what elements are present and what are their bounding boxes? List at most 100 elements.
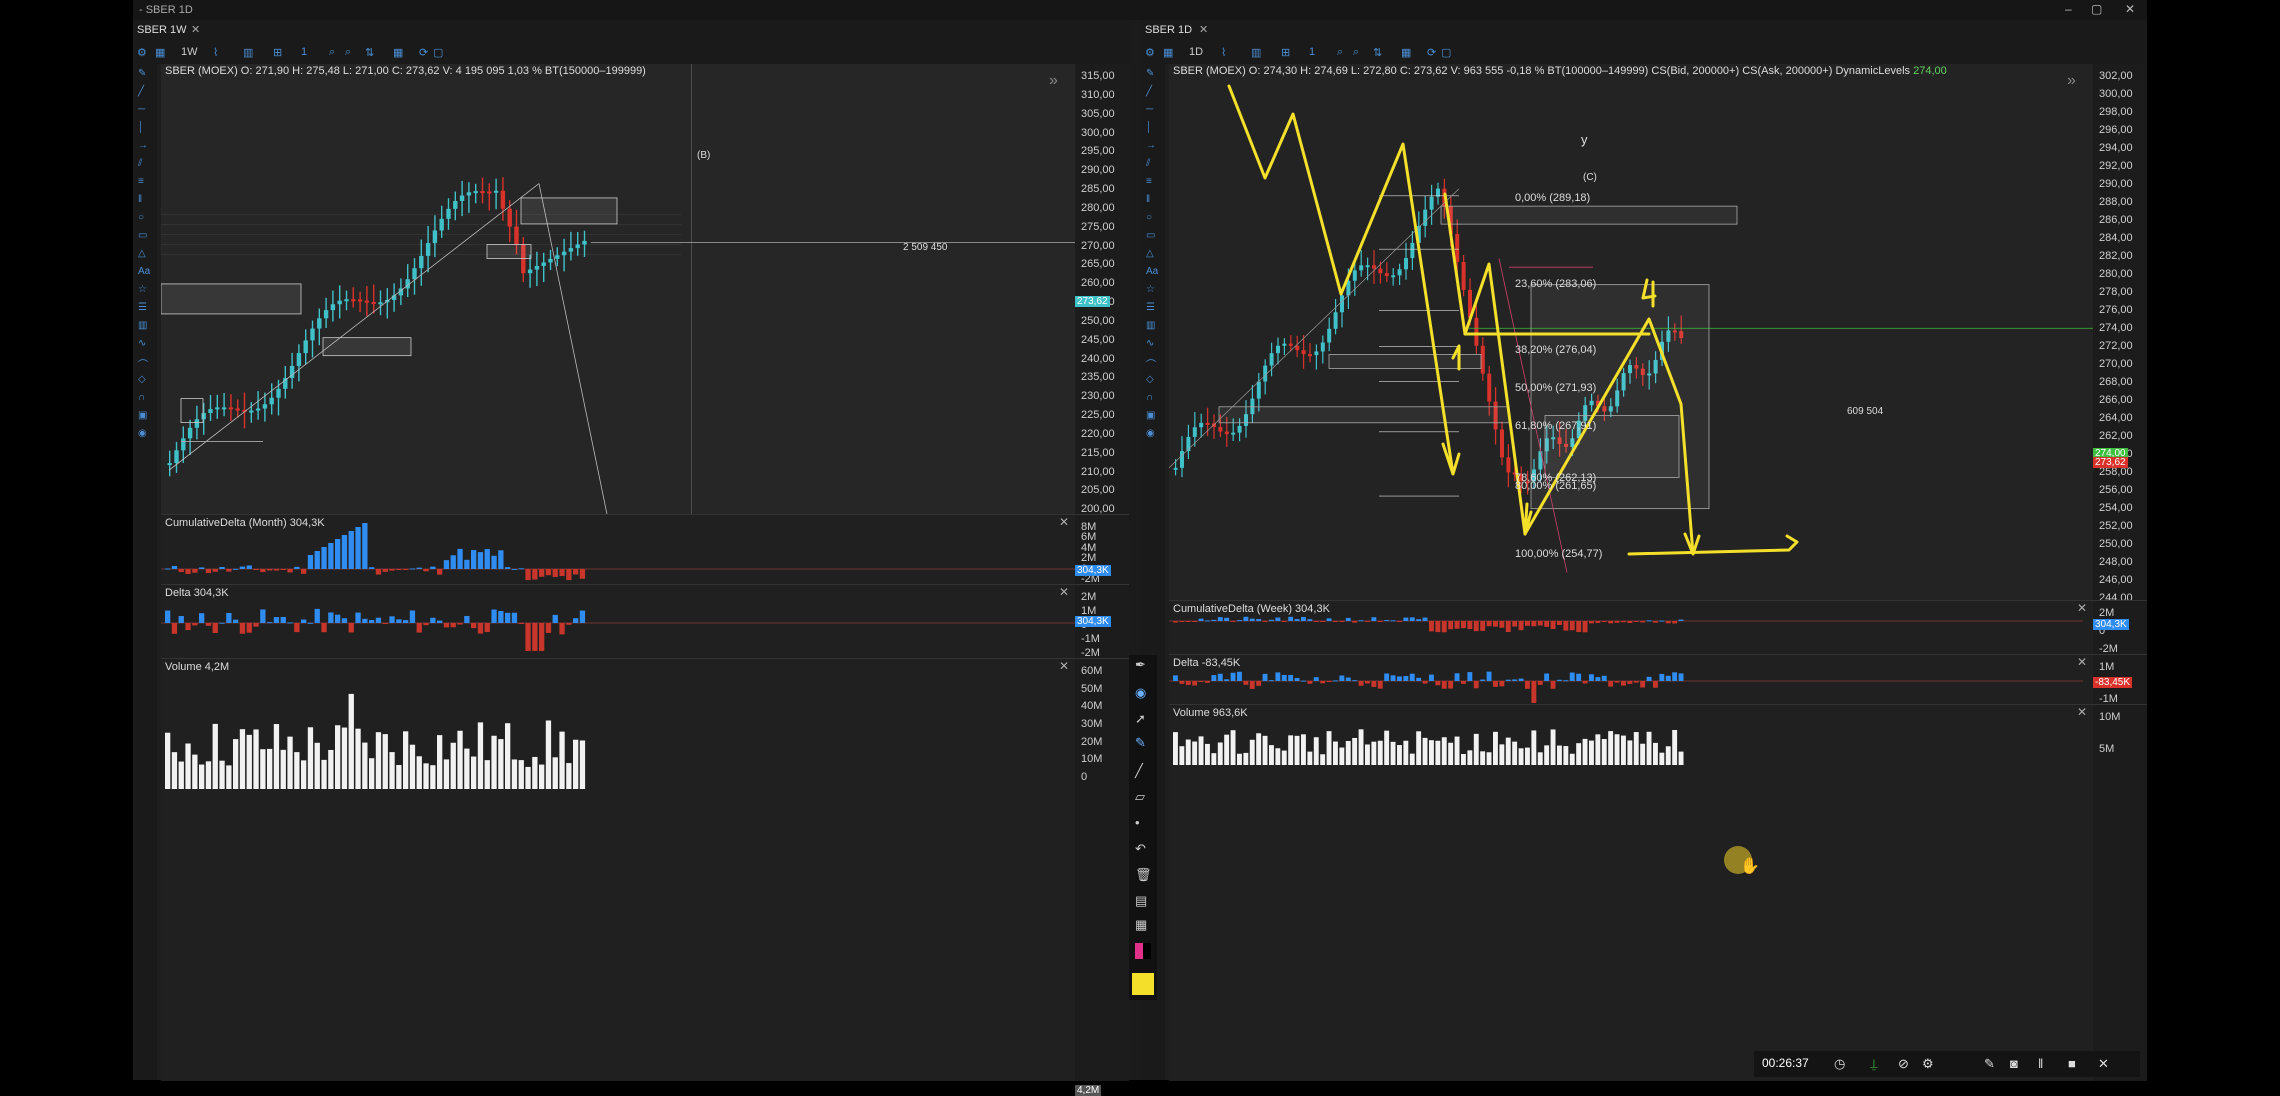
window-icon[interactable]: ▢ — [1441, 46, 1451, 59]
circle-icon[interactable]: ○ — [1146, 212, 1152, 223]
brush-icon[interactable]: ⌒ — [138, 356, 148, 371]
zoom-in-icon[interactable]: ⌕ — [1337, 46, 1343, 59]
channel-icon[interactable]: ⫽ — [138, 158, 142, 169]
right-price-chart[interactable]: SBER (MOEX) O: 274,30 H: 274,69 L: 272,8… — [1169, 64, 2093, 600]
text-icon[interactable]: Aa — [138, 266, 150, 277]
tab-close-icon[interactable]: ✕ — [1199, 23, 1208, 36]
vline-icon[interactable]: │ — [138, 122, 144, 133]
hline-icon[interactable]: ─ — [138, 104, 145, 115]
right-price-axis[interactable]: 302,00 300,00 298,00 296,00 294,00 292,00 290,… — [2093, 64, 2147, 604]
highlighter-icon[interactable]: ✎ — [1135, 735, 1146, 751]
clipboard-icon[interactable]: ▦ — [1135, 917, 1147, 933]
grid-icon[interactable]: ▦ — [1401, 46, 1411, 59]
left-price-axis[interactable]: 315,00 310,00 305,00 300,00 295,00 290,00 285,… — [1075, 64, 1129, 534]
triangle-icon[interactable]: △ — [138, 248, 146, 259]
list-icon[interactable]: ☰ — [1146, 302, 1155, 313]
triangle-icon[interactable]: △ — [1146, 248, 1154, 259]
eye-icon[interactable]: ◉ — [1146, 428, 1155, 439]
eraser-icon[interactable]: ◇ — [1146, 374, 1154, 385]
minimize-button[interactable]: – — [2065, 2, 2072, 16]
count-select[interactable]: 1 — [301, 46, 307, 58]
magnet-icon[interactable]: ∩ — [138, 392, 145, 403]
fib-icon[interactable]: ≡ — [138, 176, 144, 187]
count-select[interactable]: 1 — [1309, 46, 1315, 58]
arrow-icon[interactable]: → — [1146, 140, 1156, 151]
pen-nib-icon[interactable]: ✒ — [1135, 657, 1146, 673]
expand-icon[interactable]: » — [1049, 72, 1058, 90]
undo-icon[interactable]: ↶ — [1135, 841, 1146, 857]
arrow-icon[interactable]: → — [138, 140, 148, 151]
settings-icon[interactable]: ⚙ — [1145, 46, 1155, 59]
rect-icon[interactable]: ▭ — [138, 230, 147, 241]
refresh-icon[interactable]: ⟳ — [419, 46, 428, 59]
left-price-chart[interactable]: SBER (MOEX) O: 271,90 H: 275,48 L: 271,0… — [161, 64, 1075, 514]
pause-icon[interactable]: ‖ — [2038, 1056, 2043, 1071]
trash-icon[interactable]: 🗑 — [1135, 867, 1152, 883]
hline-icon[interactable]: ─ — [1146, 104, 1153, 115]
star-icon[interactable]: ☆ — [1146, 284, 1155, 295]
scale-icon[interactable]: ⇅ — [365, 46, 374, 59]
zoom-out-icon[interactable]: ⌕ — [345, 46, 351, 59]
camera-icon[interactable]: ◙ — [2010, 1056, 2018, 1071]
pencil-icon[interactable]: ✎ — [138, 68, 146, 79]
tab-sber-1d[interactable]: SBER 1D — [1145, 24, 1192, 36]
layout-icon[interactable]: ⊞ — [1281, 46, 1290, 59]
gear-icon[interactable]: ⚙ — [1922, 1056, 1934, 1072]
stop-icon[interactable]: ■ — [2068, 1056, 2076, 1071]
eye-icon[interactable]: ◉ — [138, 428, 147, 439]
yellow-color-swatch[interactable] — [1132, 973, 1154, 995]
eye-icon[interactable]: ◉ — [1135, 685, 1146, 701]
timeframe-select[interactable]: 1D — [1189, 46, 1203, 58]
maximize-button[interactable]: ▢ — [2091, 2, 2102, 16]
bars-icon[interactable]: ▥ — [138, 320, 147, 331]
rect-icon[interactable]: ▭ — [1146, 230, 1155, 241]
zoom-in-icon[interactable]: ⌕ — [329, 46, 335, 59]
pen-icon[interactable]: ✎ — [1984, 1056, 1995, 1072]
star-icon[interactable]: ☆ — [138, 284, 147, 295]
tab-close-icon[interactable]: ✕ — [191, 23, 200, 36]
grid-icon[interactable]: ▦ — [393, 46, 403, 59]
color-palette-icon[interactable] — [1135, 943, 1151, 959]
template-icon[interactable]: ▦ — [1163, 46, 1173, 59]
expand-icon[interactable]: » — [2067, 72, 2076, 90]
dot-icon[interactable]: • — [1135, 815, 1140, 830]
indicators-icon[interactable]: ▥ — [243, 46, 253, 59]
chart-type-icon[interactable]: ⌇ — [213, 46, 218, 59]
circle-icon[interactable]: ○ — [138, 212, 144, 223]
vlines-icon[interactable]: ‖ — [138, 194, 142, 205]
line-icon[interactable]: ╱ — [138, 86, 144, 97]
text-icon[interactable]: Aa — [1146, 266, 1158, 277]
bars-icon[interactable]: ▥ — [1146, 320, 1155, 331]
zoom-out-icon[interactable]: ⌕ — [1353, 46, 1359, 59]
line-icon[interactable]: ╱ — [1146, 86, 1152, 97]
pen-icon[interactable]: ╱ — [1135, 763, 1143, 779]
vline-icon[interactable]: │ — [1146, 122, 1152, 133]
chart-type-icon[interactable]: ⌇ — [1221, 46, 1226, 59]
template-icon[interactable]: ▦ — [155, 46, 165, 59]
marker-icon[interactable]: ▱ — [1135, 789, 1145, 805]
close-window-button[interactable]: ✕ — [2125, 2, 2135, 16]
settings-icon[interactable]: ⚙ — [137, 46, 147, 59]
channel-icon[interactable]: ⫽ — [1146, 158, 1150, 169]
close-icon[interactable]: ✕ — [2098, 1056, 2109, 1072]
window-icon[interactable]: ▢ — [433, 46, 443, 59]
mute-icon[interactable]: ⊘ — [1898, 1056, 1909, 1072]
fib-icon[interactable]: ≡ — [1146, 176, 1152, 187]
timer-icon[interactable]: ◷ — [1834, 1056, 1845, 1072]
lock-icon[interactable]: ▣ — [138, 410, 147, 421]
cursor-icon[interactable]: ➚ — [1135, 711, 1146, 727]
wave-icon[interactable]: ∿ — [1146, 338, 1154, 349]
wave-icon[interactable]: ∿ — [138, 338, 146, 349]
pencil-icon[interactable]: ✎ — [1146, 68, 1154, 79]
list-icon[interactable]: ☰ — [138, 302, 147, 313]
tab-sber-1w[interactable]: SBER 1W — [137, 24, 187, 36]
mic-icon[interactable]: ⍊ — [1870, 1056, 1878, 1072]
lock-icon[interactable]: ▣ — [1146, 410, 1155, 421]
trash-all-icon[interactable]: ▤ — [1135, 893, 1147, 909]
eraser-icon[interactable]: ◇ — [138, 374, 146, 385]
brush-icon[interactable]: ⌒ — [1146, 356, 1156, 371]
timeframe-select[interactable]: 1W — [181, 46, 198, 58]
layout-icon[interactable]: ⊞ — [273, 46, 282, 59]
refresh-icon[interactable]: ⟳ — [1427, 46, 1436, 59]
scale-icon[interactable]: ⇅ — [1373, 46, 1382, 59]
